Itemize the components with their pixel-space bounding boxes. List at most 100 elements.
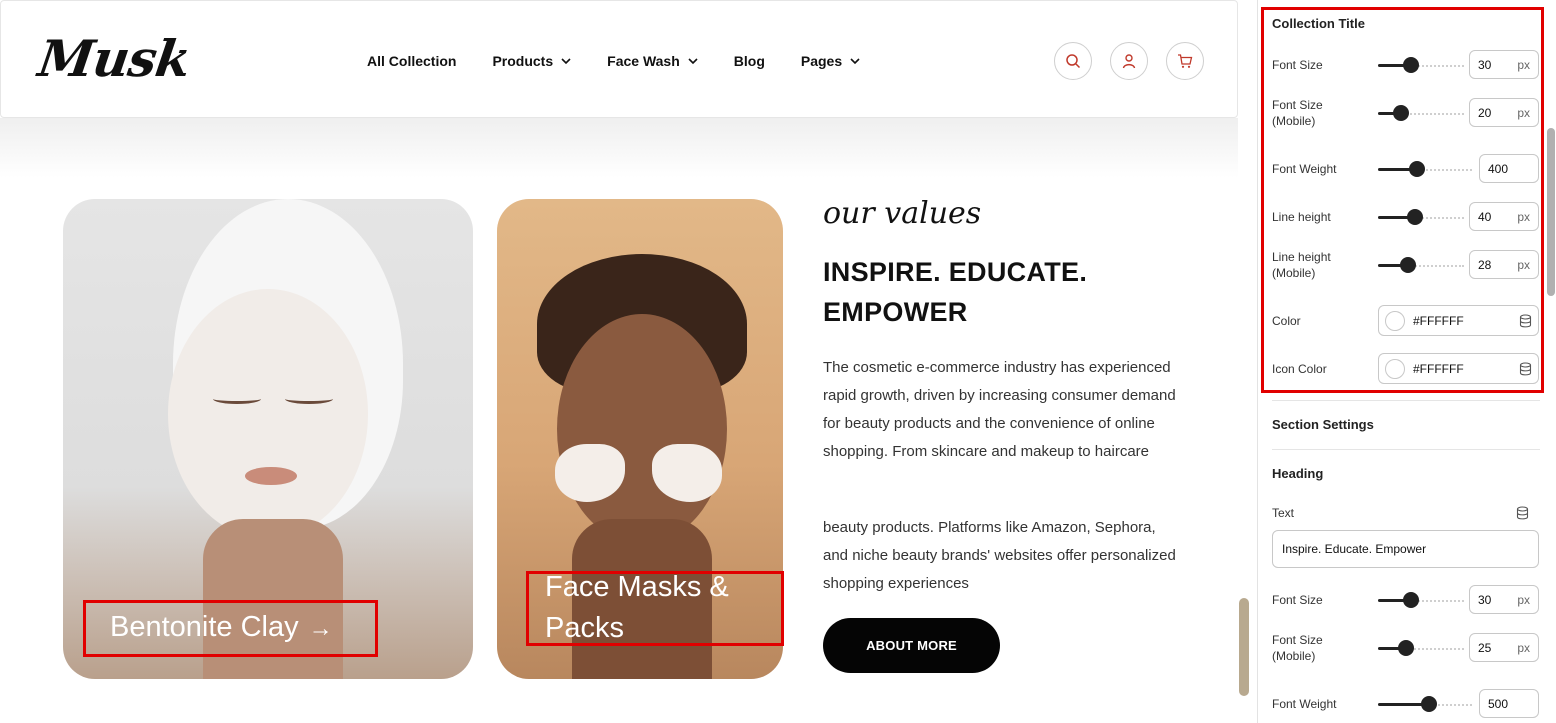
heading-font-size-input[interactable]: 30 px [1469, 585, 1539, 614]
nav-item-all-collection[interactable]: All Collection [367, 53, 456, 69]
label-font-size-mobile: Font Size (Mobile) [1272, 633, 1323, 663]
label-line-height: Line height [1272, 210, 1331, 224]
search-icon [1066, 54, 1081, 69]
values-paragraph: beauty products. Platforms like Amazon, … [823, 519, 1176, 592]
collection-card-face-masks[interactable]: Face Masks & Packs [497, 199, 783, 679]
font-weight-input[interactable]: 400 [1479, 154, 1539, 183]
slider-knob[interactable] [1398, 640, 1414, 656]
slider-knob[interactable] [1393, 105, 1409, 121]
heading-text-input[interactable]: Inspire. Educate. Empower [1272, 530, 1539, 568]
collection-title-text: Face Masks & Packs [545, 571, 729, 644]
font-size-input[interactable]: 30 px [1469, 50, 1539, 79]
heading-font-size-mobile-input[interactable]: 25 px [1469, 633, 1539, 662]
font-size-slider[interactable] [1378, 56, 1464, 74]
main-nav: All Collection Products Face Wash Blog P… [367, 53, 896, 69]
nav-label: Blog [733, 53, 765, 69]
label-line-height-mobile: Line height (Mobile) [1272, 250, 1331, 280]
slider-knob[interactable] [1400, 257, 1416, 273]
slider-knob[interactable] [1409, 161, 1425, 177]
line-height-input[interactable]: 40 px [1469, 202, 1539, 231]
eye-left [213, 394, 261, 404]
color-picker[interactable]: #FFFFFF [1378, 305, 1539, 336]
arrow-right-icon: → [308, 615, 333, 642]
collection-title: Bentonite Clay → [110, 607, 333, 649]
database-icon[interactable] [1516, 506, 1529, 520]
section-title-heading: Heading [1272, 466, 1324, 481]
header-shadow [0, 118, 1238, 178]
color-value: #FFFFFF [1413, 313, 1464, 328]
nav-item-pages[interactable]: Pages [801, 53, 860, 69]
icon-color-picker[interactable]: #FFFFFF [1378, 353, 1539, 384]
search-button[interactable] [1054, 42, 1092, 80]
heading-font-size-slider[interactable] [1378, 591, 1464, 609]
values-heading: INSPIRE. EDUCATE. EMPOWER [823, 257, 1088, 327]
preview-scrollbar[interactable] [1239, 598, 1249, 696]
line-height-mobile-slider[interactable] [1378, 256, 1464, 274]
settings-panel: Collection Title Font Size 30 px Font Siz… [1257, 0, 1556, 723]
input-value: 20 [1478, 105, 1492, 120]
storefront-preview: Musk All Collection Products Face Wash B… [0, 0, 1250, 723]
nav-item-products[interactable]: Products [492, 53, 571, 69]
section-title-section-settings[interactable]: Section Settings [1272, 417, 1374, 432]
divider [1272, 400, 1540, 401]
label-font-size: Font Size [1272, 58, 1323, 72]
heading-font-weight-input[interactable]: 500 [1479, 689, 1539, 718]
cart-button[interactable] [1166, 42, 1204, 80]
values-paragraph: The cosmetic e-commerce industry has exp… [823, 359, 1176, 460]
divider [1272, 449, 1540, 450]
unit-label: px [1517, 257, 1530, 272]
account-button[interactable] [1110, 42, 1148, 80]
input-value: 28 [1478, 257, 1492, 272]
nav-label: Products [492, 53, 554, 69]
slider-knob[interactable] [1403, 592, 1419, 608]
label-text: Text [1272, 506, 1295, 520]
slider-knob[interactable] [1421, 696, 1437, 712]
slider-track-empty [1406, 648, 1464, 650]
collection-card-bentonite-clay[interactable]: Bentonite Clay → [63, 199, 473, 679]
slider-track-empty [1408, 265, 1464, 267]
line-height-slider[interactable] [1378, 208, 1464, 226]
slider-knob[interactable] [1407, 209, 1423, 225]
font-size-mobile-slider[interactable] [1378, 104, 1464, 122]
collection-title: Face Masks & Packs [545, 567, 745, 649]
collection-title-text: Bentonite Clay [110, 611, 299, 643]
heading-font-weight-slider[interactable] [1378, 695, 1472, 713]
nav-label: All Collection [367, 53, 457, 69]
panel-scrollbar[interactable] [1547, 128, 1555, 296]
color-value: #FFFFFF [1413, 361, 1464, 376]
label-color: Color [1272, 314, 1301, 328]
slider-knob[interactable] [1403, 57, 1419, 73]
unit-label: px [1517, 105, 1530, 120]
slider-track-empty [1417, 169, 1472, 171]
eye-right [285, 394, 333, 404]
nav-item-face-wash[interactable]: Face Wash [607, 53, 698, 69]
logo[interactable]: Musk [35, 29, 194, 88]
lips [245, 467, 297, 485]
nav-label: Face Wash [607, 53, 680, 69]
font-weight-slider[interactable] [1378, 160, 1472, 178]
database-icon[interactable] [1519, 361, 1532, 376]
model-face [168, 289, 368, 539]
heading-font-size-mobile-slider[interactable] [1378, 639, 1464, 657]
about-more-button[interactable]: ABOUT MORE [823, 618, 1000, 673]
database-icon[interactable] [1519, 313, 1532, 328]
cart-icon [1178, 54, 1193, 68]
label-font-weight: Font Weight [1272, 697, 1337, 711]
nav-item-blog[interactable]: Blog [734, 53, 765, 69]
nav-label: Pages [800, 53, 843, 69]
unit-label: px [1517, 57, 1530, 72]
model-face [557, 314, 727, 544]
label-font-size-mobile: Font Size (Mobile) [1272, 98, 1323, 128]
section-title-collection: Collection Title [1272, 16, 1365, 31]
input-value: 40 [1478, 209, 1492, 224]
label-font-weight: Font Weight [1272, 162, 1337, 176]
user-icon [1122, 54, 1136, 69]
input-value: 30 [1478, 57, 1492, 72]
unit-label: px [1517, 592, 1530, 607]
color-swatch [1385, 358, 1405, 379]
input-value: 30 [1478, 592, 1492, 607]
label-icon-color: Icon Color [1272, 362, 1327, 376]
font-size-mobile-input[interactable]: 20 px [1469, 98, 1539, 127]
line-height-mobile-input[interactable]: 28 px [1469, 250, 1539, 279]
label-font-size: Font Size [1272, 593, 1323, 607]
